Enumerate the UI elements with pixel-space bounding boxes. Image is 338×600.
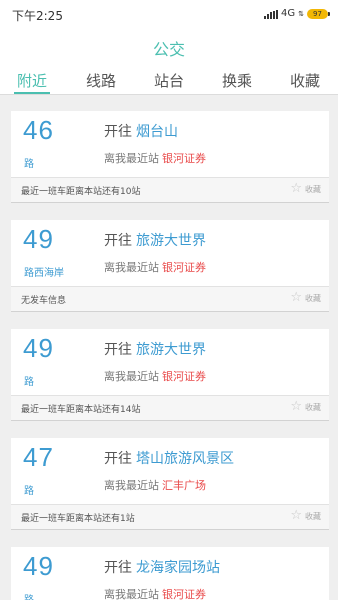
nearest-prefix: 离我最近站	[104, 152, 159, 165]
favorite-button[interactable]: ☆ 收藏	[290, 508, 321, 524]
route-suffix: 路	[24, 377, 34, 388]
route-direction: 开往 旅游大世界	[104, 230, 206, 250]
data-arrows-icon: ⇅	[298, 10, 304, 18]
tab-routes[interactable]: 线路	[76, 70, 126, 91]
route-card-footer: 最近一班车距离本站还有14站 ☆ 收藏	[11, 395, 329, 420]
direction-prefix: 开往	[104, 451, 132, 467]
favorite-button[interactable]: ☆ 收藏	[290, 399, 321, 415]
nearest-prefix: 离我最近站	[104, 370, 159, 383]
app-header: 公交	[0, 28, 338, 64]
direction-prefix: 开往	[104, 560, 132, 576]
tab-transfer[interactable]: 换乘	[212, 70, 262, 91]
route-direction: 开往 塔山旅游风景区	[104, 448, 234, 468]
route-destination: 旅游大世界	[136, 233, 206, 249]
status-bar: 下午2:25 4G ⇅ 97	[0, 0, 338, 28]
nearest-station: 银河证券	[162, 370, 206, 383]
star-icon: ☆	[290, 508, 302, 523]
route-number: 49	[23, 224, 54, 254]
route-card-main[interactable]: 46 路 开往 烟台山 离我最近站 银河证券	[11, 111, 329, 177]
signal-icon	[264, 9, 278, 19]
favorite-label: 收藏	[305, 293, 321, 303]
nearest-station: 银河证券	[162, 261, 206, 274]
nearest-station: 银河证券	[162, 588, 206, 600]
arrival-info: 最近一班车距离本站还有1站	[21, 514, 135, 524]
nearest-prefix: 离我最近站	[104, 588, 159, 600]
route-suffix: 路西海岸	[24, 268, 64, 279]
route-number: 46	[23, 115, 54, 145]
tab-nearby[interactable]: 附近	[7, 70, 57, 91]
route-card-main[interactable]: 49 路 开往 旅游大世界 离我最近站 银河证券	[11, 329, 329, 395]
favorite-button[interactable]: ☆ 收藏	[290, 290, 321, 306]
route-suffix: 路	[24, 486, 34, 497]
route-destination: 龙海家园场站	[136, 560, 220, 576]
favorite-button[interactable]: ☆ 收藏	[290, 181, 321, 197]
route-destination: 烟台山	[136, 124, 178, 140]
arrival-info: 最近一班车距离本站还有10站	[21, 187, 141, 197]
network-type: 4G	[281, 8, 296, 19]
route-card-footer: 最近一班车距离本站还有10站 ☆ 收藏	[11, 177, 329, 202]
route-card-footer: 最近一班车距离本站还有1站 ☆ 收藏	[11, 504, 329, 529]
status-time: 下午2:25	[12, 9, 63, 23]
favorite-label: 收藏	[305, 184, 321, 194]
route-destination: 旅游大世界	[136, 342, 206, 358]
star-icon: ☆	[290, 399, 302, 414]
direction-prefix: 开往	[104, 342, 132, 358]
route-number: 47	[23, 442, 54, 472]
favorite-label: 收藏	[305, 402, 321, 412]
arrival-info: 无发车信息	[21, 296, 67, 306]
route-suffix: 路	[24, 591, 34, 600]
nearest-station-row: 离我最近站 汇丰广场	[104, 477, 206, 493]
star-icon: ☆	[290, 290, 302, 305]
tab-favorites[interactable]: 收藏	[280, 70, 330, 91]
route-suffix: 路	[24, 159, 34, 170]
route-number: 49	[23, 551, 54, 581]
active-tab-indicator	[14, 92, 50, 94]
direction-prefix: 开往	[104, 233, 132, 249]
favorite-label: 收藏	[305, 511, 321, 521]
nearest-station: 银河证券	[162, 152, 206, 165]
route-direction: 开往 龙海家园场站	[104, 557, 220, 577]
route-card[interactable]: 49 路 开往 旅游大世界 离我最近站 银河证券 最近一班车距离本站还有14站 ☆ 收…	[11, 329, 329, 421]
nearest-station-row: 离我最近站 银河证券	[104, 586, 206, 600]
route-destination: 塔山旅游风景区	[136, 451, 234, 467]
nearest-prefix: 离我最近站	[104, 261, 159, 274]
arrival-info: 最近一班车距离本站还有14站	[21, 405, 141, 415]
nearest-station: 汇丰广场	[162, 479, 206, 492]
nearest-prefix: 离我最近站	[104, 479, 159, 492]
star-icon: ☆	[290, 181, 302, 196]
battery-icon: 97	[307, 9, 330, 19]
route-card[interactable]: 46 路 开往 烟台山 离我最近站 银河证券 最近一班车距离本站还有10站 ☆ 收藏	[11, 111, 329, 203]
tab-bar: 附近 线路 站台 换乘 收藏	[0, 64, 338, 95]
route-card-main[interactable]: 47 路 开往 塔山旅游风景区 离我最近站 汇丰广场	[11, 438, 329, 504]
nearest-station-row: 离我最近站 银河证券	[104, 150, 206, 166]
route-card[interactable]: 49 路 开往龙海家园场站 离我最近站银河证券	[11, 547, 329, 600]
route-direction: 开往 烟台山	[104, 121, 178, 141]
nearest-station-row: 离我最近站 银河证券	[104, 259, 206, 275]
direction-prefix: 开往	[104, 124, 132, 140]
page-title: 公交	[152, 40, 185, 59]
status-icons: 4G ⇅ 97	[264, 8, 330, 20]
route-card[interactable]: 49 路西海岸 开往 旅游大世界 离我最近站 银河证券 无发车信息 ☆ 收藏	[11, 220, 329, 312]
route-card[interactable]: 47 路 开往 塔山旅游风景区 离我最近站 汇丰广场 最近一班车距离本站还有1站 ☆…	[11, 438, 329, 530]
tab-stations[interactable]: 站台	[144, 70, 194, 91]
nearest-station-row: 离我最近站 银河证券	[104, 368, 206, 384]
route-card-main[interactable]: 49 路西海岸 开往 旅游大世界 离我最近站 银河证券	[11, 220, 329, 286]
route-card-footer: 无发车信息 ☆ 收藏	[11, 286, 329, 311]
route-direction: 开往 旅游大世界	[104, 339, 206, 359]
route-card-main[interactable]: 49 路 开往龙海家园场站 离我最近站银河证券	[11, 547, 329, 600]
route-number: 49	[23, 333, 54, 363]
